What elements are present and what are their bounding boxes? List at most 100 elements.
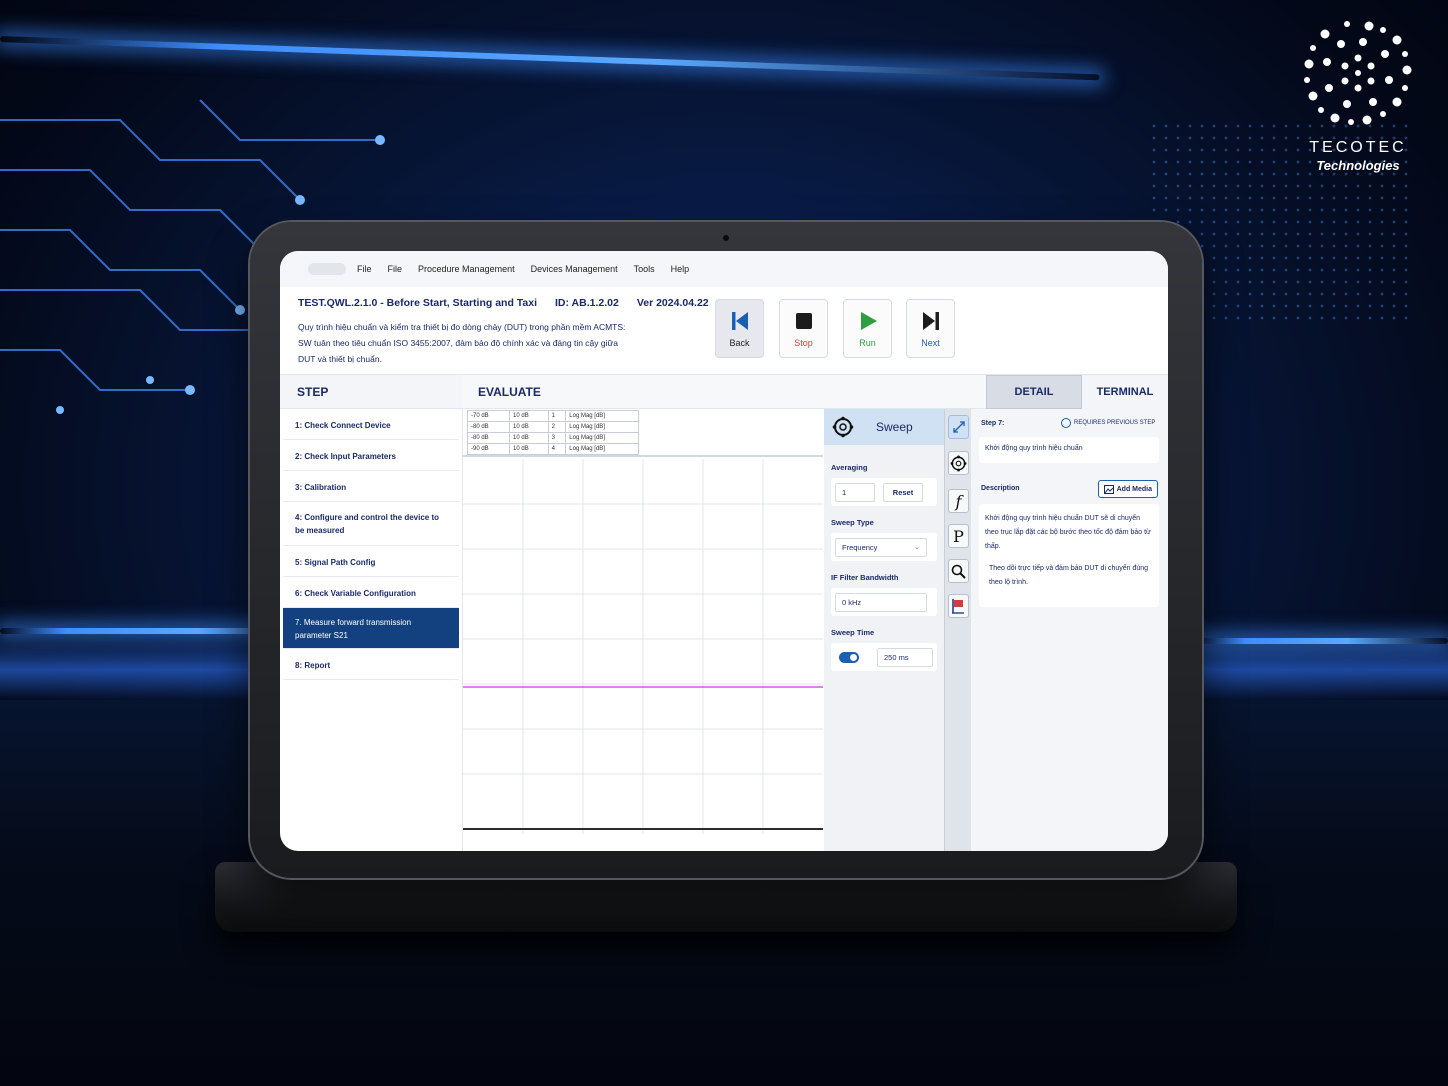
table-cell: 4: [547, 443, 567, 455]
app-icon: [308, 263, 346, 275]
app-window: File File Procedure Management Devices M…: [280, 251, 1168, 851]
menu-help[interactable]: Help: [669, 261, 692, 277]
step-section-header: STEP: [280, 375, 462, 409]
next-button-label: Next: [921, 337, 940, 348]
step-item-7[interactable]: 7. Measure forward transmission paramete…: [283, 608, 459, 649]
steps-list: 1: Check Connect Device 2: Check Input P…: [283, 409, 459, 680]
brand-name: TECOTEC: [1309, 139, 1407, 156]
stop-icon: [795, 312, 812, 329]
step-item-1[interactable]: 1: Check Connect Device: [283, 409, 459, 440]
table-cell: 2: [547, 421, 567, 433]
skip-forward-icon: [922, 311, 939, 330]
description-label: Description: [981, 485, 1020, 492]
settings-icon: [950, 455, 967, 471]
step-item-2[interactable]: 2: Check Input Parameters: [283, 440, 459, 471]
skip-back-icon: [731, 311, 748, 330]
table-cell: 3: [547, 432, 567, 444]
step-item-3[interactable]: 3: Calibration: [283, 471, 459, 502]
collapse-icon: [952, 421, 965, 433]
tab-terminal[interactable]: TERMINAL: [1082, 375, 1168, 409]
procedure-id: ID: AB.1.2.02: [555, 297, 619, 309]
step-item-4[interactable]: 4: Configure and control the device to b…: [283, 502, 459, 546]
tab-detail[interactable]: DETAIL: [986, 375, 1082, 409]
evaluate-panel: -70 dB 10 dB 1 Log Mag [dB] -80 dB 10 dB…: [462, 409, 823, 851]
tool-search-button[interactable]: [948, 559, 969, 583]
sweep-type-value: Frequency: [842, 542, 878, 552]
table-cell: -80 dB: [466, 421, 511, 433]
settings-icon: [832, 416, 854, 438]
table-cell: 10 dB: [509, 443, 549, 455]
sweep-time-input[interactable]: 250 ms: [877, 647, 933, 667]
chevron-down-icon: ⌄: [914, 544, 920, 551]
description-paragraph: Khởi động quy trình hiệu chuẩn DUT sẽ di…: [985, 515, 1151, 550]
sweep-type-field-group: Frequency ⌄: [831, 533, 937, 561]
table-row: -80 dB 10 dB 2 Log Mag [dB]: [466, 421, 639, 433]
requires-previous-step[interactable]: REQUIRES PREVIOUS STEP: [1061, 418, 1155, 428]
sweep-time-field-group: 250 ms: [831, 643, 937, 671]
tool-collapse-button[interactable]: [948, 415, 969, 439]
step-item-5[interactable]: 5: Signal Path Config: [283, 546, 459, 577]
run-button[interactable]: Run: [843, 299, 892, 358]
tool-strip: f P: [944, 409, 971, 851]
step-name-field[interactable]: Khởi động quy trình hiệu chuẩn: [979, 437, 1159, 463]
averaging-input[interactable]: 1: [835, 482, 875, 502]
description-paragraph: Theo dõi trực tiếp và đảm bảo DUT di chu…: [989, 565, 1149, 586]
table-cell: Log Mag [dB]: [565, 410, 639, 422]
procedure-description: Quy trình hiệu chuẩn và kiểm tra thiết b…: [298, 322, 626, 364]
search-icon: [951, 564, 966, 579]
menu-procedure-management[interactable]: Procedure Management: [416, 261, 517, 277]
table-cell: Log Mag [dB]: [565, 443, 639, 455]
stop-button-label: Stop: [794, 337, 813, 348]
menu-file[interactable]: File: [355, 261, 374, 277]
background-light-beam: [0, 36, 1100, 81]
procedure-title: TEST.QWL.2.1.0 - Before Start, Starting …: [298, 297, 709, 309]
table-cell: -80 dB: [466, 432, 511, 444]
add-media-button[interactable]: Add Media: [1097, 480, 1158, 498]
table-cell: -70 dB: [466, 410, 511, 422]
stop-button[interactable]: Stop: [779, 299, 828, 358]
plot-divider[interactable]: [463, 455, 823, 457]
table-row: -80 dB 10 dB 3 Log Mag [dB]: [466, 432, 639, 444]
sweep-type-select[interactable]: Frequency ⌄: [835, 537, 927, 557]
tablet-camera: [723, 235, 729, 241]
image-icon: [1103, 484, 1114, 494]
detail-step-label: Step 7:: [981, 420, 1005, 427]
back-button[interactable]: Back: [715, 299, 764, 358]
parameter-icon[interactable]: P: [948, 524, 969, 548]
tool-settings-button[interactable]: [948, 451, 969, 475]
menu-tools[interactable]: Tools: [632, 261, 657, 277]
next-button[interactable]: Next: [906, 299, 955, 358]
tool-flag-button[interactable]: [948, 594, 969, 618]
menu-file-2[interactable]: File: [386, 261, 405, 277]
flag-icon: [952, 599, 964, 614]
sweep-panel-header: Sweep: [824, 409, 944, 445]
sweep-panel-title: Sweep: [876, 420, 913, 434]
trace-plot: [463, 459, 823, 834]
if-filter-bandwidth-label: IF Filter Bandwidth: [831, 573, 899, 582]
run-button-label: Run: [859, 337, 876, 348]
detail-panel: Step 7: REQUIRES PREVIOUS STEP Khởi động…: [971, 409, 1168, 851]
marker-table: -70 dB 10 dB 1 Log Mag [dB] -80 dB 10 dB…: [466, 410, 639, 455]
step-item-6[interactable]: 6: Check Variable Configuration: [283, 577, 459, 608]
back-button-label: Back: [729, 337, 750, 348]
sweep-time-toggle[interactable]: [839, 651, 859, 663]
description-field[interactable]: Khởi động quy trình hiệu chuẩn DUT sẽ di…: [979, 504, 1159, 607]
menu-devices-management[interactable]: Devices Management: [529, 261, 620, 277]
table-cell: Log Mag [dB]: [565, 421, 639, 433]
table-row: -70 dB 10 dB 1 Log Mag [dB]: [466, 410, 639, 422]
table-cell: Log Mag [dB]: [565, 432, 639, 444]
sweep-panel: Sweep Averaging 1 Reset Sweep Type Frequ…: [824, 409, 944, 851]
function-icon[interactable]: f: [948, 489, 969, 513]
reset-button[interactable]: Reset: [883, 482, 923, 502]
add-media-label: Add Media: [1116, 485, 1152, 493]
table-cell: 1: [547, 410, 567, 422]
averaging-field-group: 1 Reset: [831, 478, 937, 506]
brand-logo-mark: [1304, 21, 1412, 125]
if-filter-bandwidth-input[interactable]: 0 kHz: [835, 592, 927, 612]
table-cell: 10 dB: [509, 421, 549, 433]
background-light-beam: [1195, 638, 1448, 644]
sweep-type-label: Sweep Type: [831, 518, 874, 527]
step-item-8[interactable]: 8: Report: [283, 649, 459, 680]
procedure-version: Ver 2024.04.22: [636, 297, 709, 309]
table-cell: -90 dB: [466, 443, 511, 455]
